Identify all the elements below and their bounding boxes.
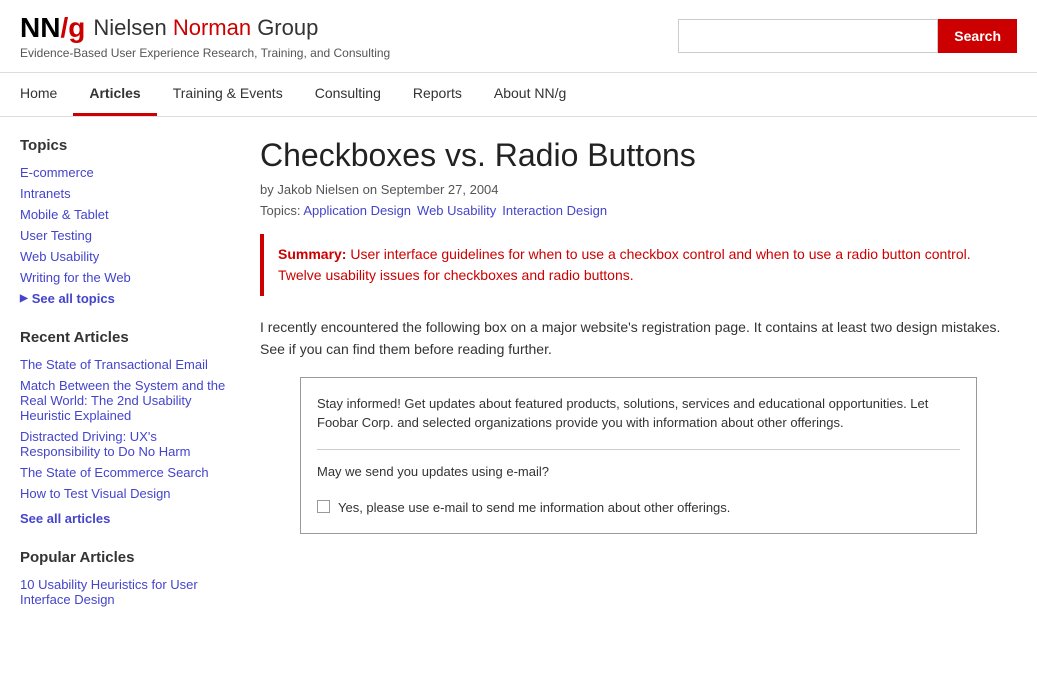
sidebar-link-writing[interactable]: Writing for the Web bbox=[20, 267, 240, 288]
nav-home[interactable]: Home bbox=[20, 73, 73, 116]
article-title: Checkboxes vs. Radio Buttons bbox=[260, 137, 1017, 174]
example-question: May we send you updates using e-mail? bbox=[317, 462, 960, 483]
see-all-articles[interactable]: See all articles bbox=[20, 508, 240, 529]
main-article: Checkboxes vs. Radio Buttons by Jakob Ni… bbox=[260, 137, 1017, 610]
example-box: Stay informed! Get updates about feature… bbox=[300, 377, 977, 534]
example-checkbox[interactable] bbox=[317, 500, 330, 513]
topics-label: Topics: bbox=[260, 203, 303, 218]
example-checkbox-label: Yes, please use e-mail to send me inform… bbox=[338, 499, 730, 517]
sidebar: Topics E-commerce Intranets Mobile & Tab… bbox=[20, 137, 240, 610]
tagline: Evidence-Based User Experience Research,… bbox=[20, 46, 390, 60]
header: NN/g Nielsen Norman Group Evidence-Based… bbox=[0, 0, 1037, 73]
search-area: Search bbox=[678, 19, 1017, 53]
content-area: Topics E-commerce Intranets Mobile & Tab… bbox=[0, 117, 1037, 630]
summary-box: Summary: User interface guidelines for w… bbox=[260, 234, 1017, 296]
logo-g: g bbox=[68, 12, 85, 43]
sidebar-link-usertesting[interactable]: User Testing bbox=[20, 225, 240, 246]
article-body: I recently encountered the following box… bbox=[260, 316, 1017, 534]
nav-training[interactable]: Training & Events bbox=[157, 73, 299, 116]
logo-area: NN/g Nielsen Norman Group Evidence-Based… bbox=[20, 12, 390, 60]
recent-article-3[interactable]: Distracted Driving: UX's Responsibility … bbox=[20, 426, 240, 462]
popular-section-title: Popular Articles bbox=[20, 549, 240, 566]
see-all-topics[interactable]: See all topics bbox=[20, 288, 240, 309]
sidebar-link-webusability[interactable]: Web Usability bbox=[20, 246, 240, 267]
logo-nn: NN bbox=[20, 12, 60, 43]
topic-web-usability[interactable]: Web Usability bbox=[417, 203, 496, 218]
logo-mark: NN/g bbox=[20, 12, 85, 44]
main-nav: Home Articles Training & Events Consulti… bbox=[0, 73, 1037, 117]
recent-article-4[interactable]: The State of Ecommerce Search bbox=[20, 462, 240, 483]
nav-reports[interactable]: Reports bbox=[397, 73, 478, 116]
example-promo-text: Stay informed! Get updates about feature… bbox=[317, 394, 960, 433]
sidebar-link-intranets[interactable]: Intranets bbox=[20, 183, 240, 204]
search-button[interactable]: Search bbox=[938, 19, 1017, 53]
topics-section-title: Topics bbox=[20, 137, 240, 154]
article-date: on September 27, 2004 bbox=[363, 182, 499, 197]
logo-full-name: Nielsen Norman Group bbox=[93, 15, 318, 41]
nav-articles[interactable]: Articles bbox=[73, 73, 156, 116]
recent-section-title: Recent Articles bbox=[20, 329, 240, 346]
sidebar-link-ecommerce[interactable]: E-commerce bbox=[20, 162, 240, 183]
nav-about[interactable]: About NN/g bbox=[478, 73, 582, 116]
topic-app-design[interactable]: Application Design bbox=[303, 203, 411, 218]
logo-line: NN/g Nielsen Norman Group bbox=[20, 12, 390, 44]
summary-label: Summary: bbox=[278, 246, 346, 262]
article-author: by Jakob Nielsen bbox=[260, 182, 359, 197]
recent-article-1[interactable]: The State of Transactional Email bbox=[20, 354, 240, 375]
search-input[interactable] bbox=[678, 19, 938, 53]
article-meta: by Jakob Nielsen on September 27, 2004 bbox=[260, 182, 1017, 197]
example-inner: Stay informed! Get updates about feature… bbox=[301, 378, 976, 533]
popular-article-1[interactable]: 10 Usability Heuristics for User Interfa… bbox=[20, 574, 240, 610]
article-topics: Topics: Application Design Web Usability I… bbox=[260, 203, 1017, 218]
example-checkbox-row: Yes, please use e-mail to send me inform… bbox=[317, 499, 960, 517]
sidebar-link-mobile[interactable]: Mobile & Tablet bbox=[20, 204, 240, 225]
summary-content: Summary: User interface guidelines for w… bbox=[278, 244, 1003, 286]
example-divider bbox=[317, 449, 960, 450]
topic-interaction-design[interactable]: Interaction Design bbox=[502, 203, 607, 218]
nav-consulting[interactable]: Consulting bbox=[299, 73, 397, 116]
recent-article-5[interactable]: How to Test Visual Design bbox=[20, 483, 240, 504]
recent-article-2[interactable]: Match Between the System and the Real Wo… bbox=[20, 375, 240, 426]
body-paragraph-1: I recently encountered the following box… bbox=[260, 316, 1017, 361]
summary-text: User interface guidelines for when to us… bbox=[278, 246, 971, 283]
